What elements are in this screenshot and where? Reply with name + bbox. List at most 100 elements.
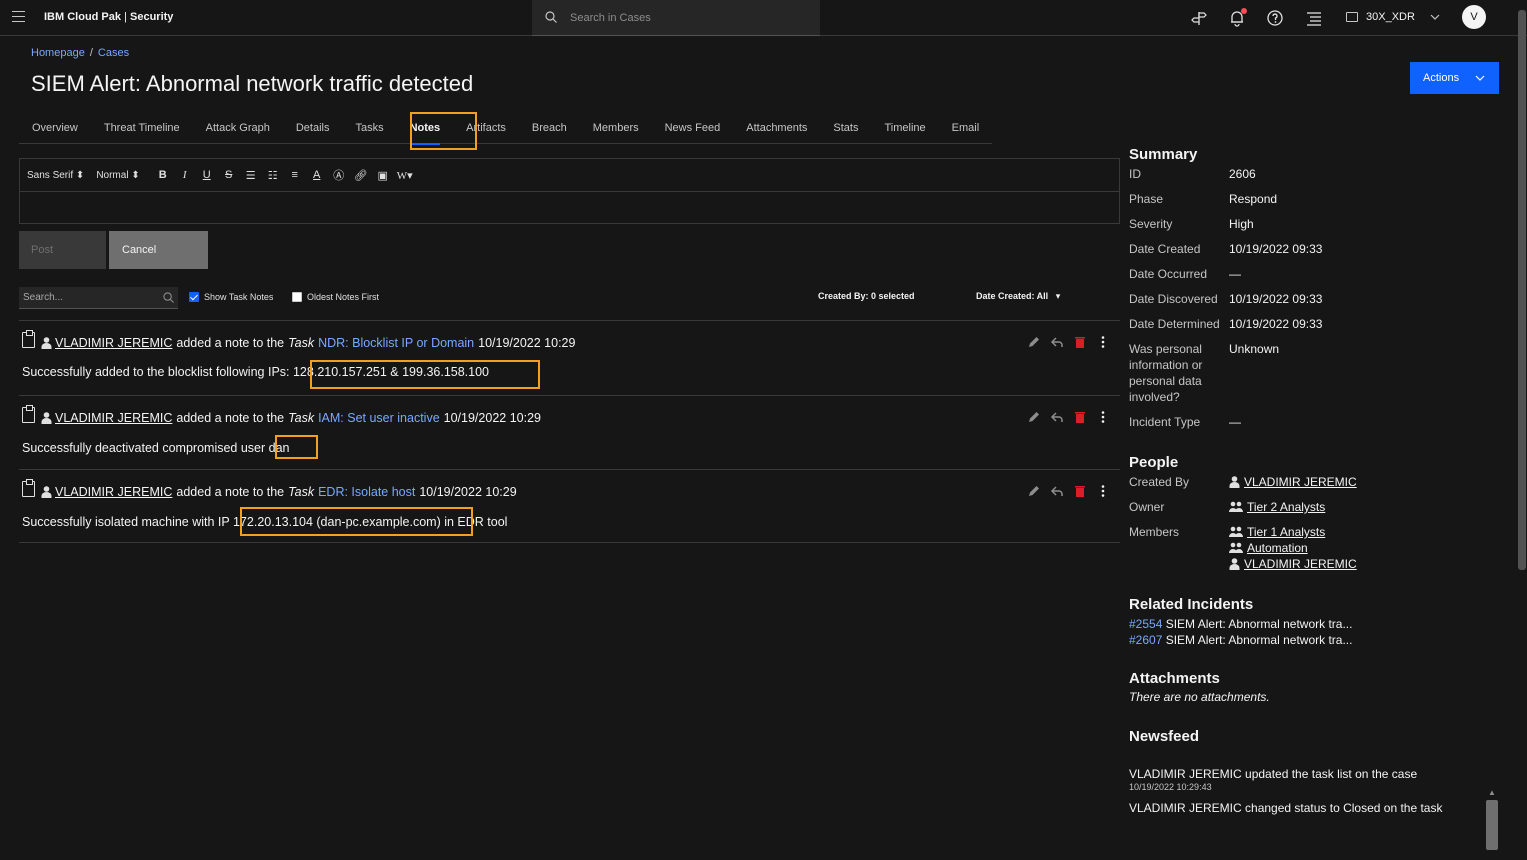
product-brand[interactable]: IBM Cloud Pak | Security [44, 11, 173, 23]
tab-tasks[interactable]: Tasks [342, 112, 396, 144]
edit-icon[interactable] [1027, 484, 1041, 498]
delete-icon[interactable] [1073, 335, 1087, 349]
signpost-icon[interactable] [1190, 9, 1208, 27]
italic-icon[interactable]: I [174, 169, 196, 181]
checkbox-checked[interactable] [189, 292, 199, 302]
edit-icon[interactable] [1027, 410, 1041, 424]
newsfeed-scrollbar[interactable] [1486, 800, 1498, 850]
delete-icon[interactable] [1073, 484, 1087, 498]
summary-row: Date Created 10/19/2022 09:33 [1129, 241, 1509, 257]
notes-search-input[interactable] [19, 287, 154, 308]
member-name[interactable]: VLADIMIR JEREMIC [1244, 556, 1357, 572]
post-button[interactable]: Post [19, 231, 106, 269]
tab-stats[interactable]: Stats [820, 112, 871, 144]
summary-value: 10/19/2022 09:33 [1229, 317, 1323, 331]
notes-search[interactable] [19, 287, 178, 309]
notifications-button[interactable] [1228, 8, 1247, 27]
note-body-highlight: 172.20.13.104 (dan-pc.example.com) [232, 515, 441, 529]
note-author[interactable]: VLADIMIR JEREMIC [55, 411, 172, 425]
note-kind: Task [288, 485, 315, 499]
created-by-user[interactable]: VLADIMIR JEREMIC [1244, 474, 1357, 490]
editor-text-area[interactable] [20, 192, 1119, 223]
overflow-menu-icon[interactable] [1096, 484, 1110, 498]
font-size-select[interactable]: Normal ⬍ [96, 170, 139, 181]
bullet-list-icon[interactable]: ☷ [262, 169, 284, 182]
note-time: 10/19/2022 10:29 [478, 336, 576, 350]
global-search[interactable] [532, 0, 820, 36]
oldest-notes-first-checkbox[interactable]: Oldest Notes First [292, 292, 379, 302]
tenant-switcher[interactable]: 30X_XDR [1366, 11, 1415, 23]
hamburger-menu-icon[interactable] [12, 11, 25, 24]
breadcrumb-homepage[interactable]: Homepage [31, 47, 85, 59]
reply-icon[interactable] [1050, 410, 1064, 424]
note-kind: Task [288, 336, 315, 350]
tab-email[interactable]: Email [939, 112, 993, 144]
note-task-link[interactable]: IAM: Set user inactive [318, 411, 440, 425]
overflow-menu-icon[interactable] [1096, 335, 1110, 349]
cancel-button[interactable]: Cancel [109, 231, 208, 269]
help-icon[interactable] [1266, 9, 1284, 27]
related-incident-number[interactable]: #2554 [1129, 617, 1162, 631]
highlight-color-icon[interactable]: Ⓐ [328, 167, 350, 183]
actions-button-label: Actions [1423, 72, 1460, 84]
breadcrumb-cases[interactable]: Cases [98, 47, 129, 59]
tab-attack-graph[interactable]: Attack Graph [193, 112, 283, 144]
user-avatar[interactable]: V [1462, 5, 1486, 29]
people-value: VLADIMIR JEREMIC [1229, 474, 1357, 490]
font-family-select[interactable]: Sans Serif ⬍ [27, 170, 84, 181]
member-name[interactable]: Tier 1 Analysts [1247, 524, 1325, 540]
people-owner: Owner Tier 2 Analysts [1129, 499, 1509, 515]
task-list-icon[interactable] [1305, 9, 1323, 27]
actions-button[interactable]: Actions [1410, 62, 1499, 94]
delete-icon[interactable] [1073, 410, 1087, 424]
note-author[interactable]: VLADIMIR JEREMIC [55, 485, 172, 499]
image-icon[interactable]: ▣ [372, 169, 394, 182]
created-by-filter[interactable]: Created By: 0 selected [818, 291, 915, 301]
global-search-input[interactable] [570, 9, 810, 27]
note-author[interactable]: VLADIMIR JEREMIC [55, 336, 172, 350]
underline-icon[interactable]: U [196, 169, 218, 181]
tab-notes[interactable]: Notes [397, 112, 454, 145]
reply-icon[interactable] [1050, 335, 1064, 349]
reply-icon[interactable] [1050, 484, 1064, 498]
related-incident[interactable]: #2554 SIEM Alert: Abnormal network tra..… [1129, 616, 1509, 632]
note-body-prefix: Successfully deactivated compromised use… [22, 441, 269, 455]
tab-threat-timeline[interactable]: Threat Timeline [91, 112, 193, 144]
strikethrough-icon[interactable]: S [218, 169, 240, 181]
font-color-icon[interactable]: A [306, 169, 328, 181]
group-icon [1229, 501, 1243, 512]
tab-attachments[interactable]: Attachments [733, 112, 820, 144]
owner-group[interactable]: Tier 2 Analysts [1247, 499, 1325, 515]
note-verb: added a note to the [176, 485, 285, 499]
scroll-up-icon[interactable]: ▲ [1488, 788, 1496, 797]
tab-members[interactable]: Members [580, 112, 652, 144]
related-incident-number[interactable]: #2607 [1129, 633, 1162, 647]
align-icon[interactable]: ≡ [284, 169, 306, 181]
word-paste-icon[interactable]: W▾ [394, 169, 416, 182]
tab-overview[interactable]: Overview [19, 112, 91, 144]
tab-details[interactable]: Details [283, 112, 343, 144]
tab-artifacts[interactable]: Artifacts [453, 112, 519, 144]
overflow-menu-icon[interactable] [1096, 410, 1110, 424]
link-icon[interactable]: 🔗︎ [350, 169, 372, 182]
summary-row: ID 2606 [1129, 166, 1509, 182]
date-created-filter[interactable]: Date Created: All ▾ [976, 291, 1060, 302]
checkbox-unchecked[interactable] [292, 292, 302, 302]
ordered-list-icon[interactable]: ☰ [240, 169, 262, 182]
note-task-link[interactable]: EDR: Isolate host [318, 485, 415, 499]
page-title: SIEM Alert: Abnormal network traffic det… [31, 71, 474, 96]
newsfeed-item: VLADIMIR JEREMIC updated the task list o… [1129, 767, 1509, 792]
bold-icon[interactable]: B [152, 169, 174, 181]
related-incident[interactable]: #2607 SIEM Alert: Abnormal network tra..… [1129, 632, 1509, 648]
related-incidents-heading: Related Incidents [1129, 596, 1254, 613]
chevron-down-icon[interactable] [1430, 12, 1440, 22]
page-scrollbar[interactable] [1518, 10, 1526, 570]
member-name[interactable]: Automation [1247, 540, 1308, 556]
summary-key: ID [1129, 167, 1141, 181]
note-task-link[interactable]: NDR: Blocklist IP or Domain [318, 336, 474, 350]
tab-breach[interactable]: Breach [519, 112, 580, 144]
show-task-notes-checkbox[interactable]: Show Task Notes [189, 292, 273, 302]
tab-news-feed[interactable]: News Feed [652, 112, 734, 144]
edit-icon[interactable] [1027, 335, 1041, 349]
tab-timeline[interactable]: Timeline [871, 112, 938, 144]
